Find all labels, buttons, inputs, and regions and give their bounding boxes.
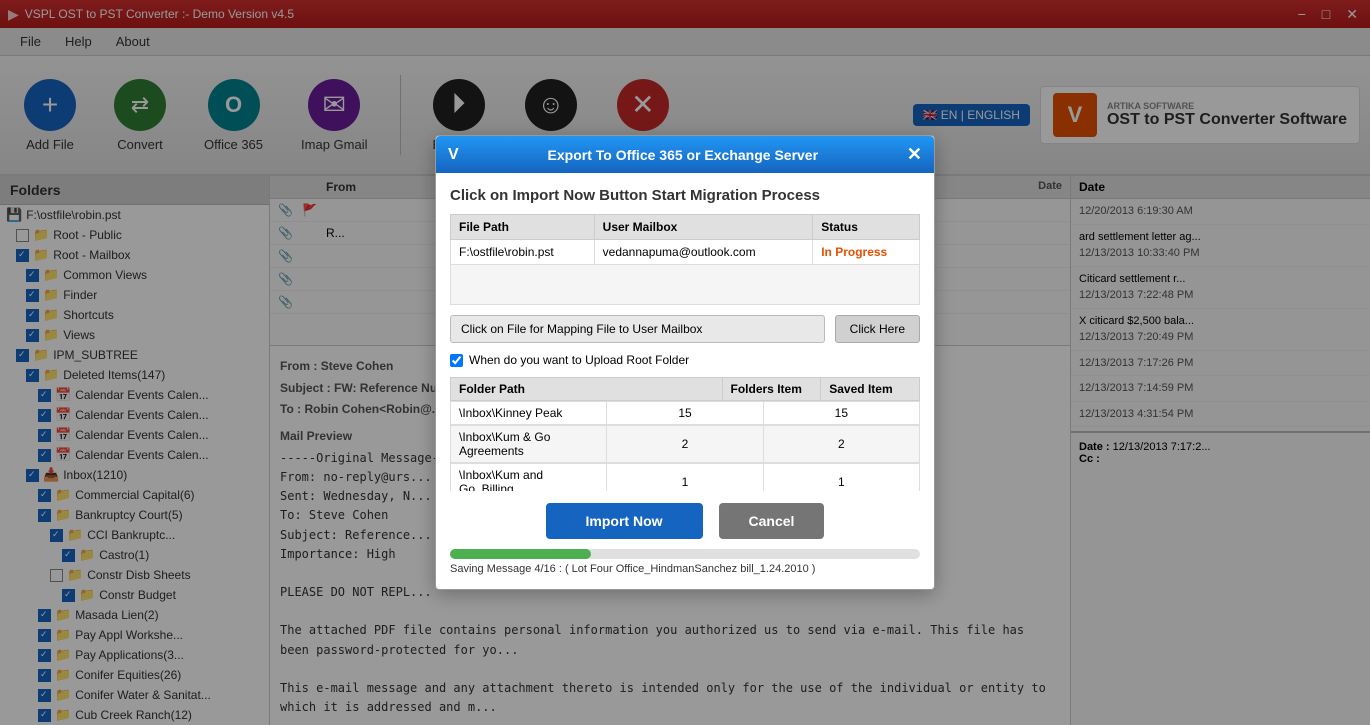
status-badge: In Progress	[813, 240, 920, 265]
modal-title: Export To Office 365 or Exchange Server	[548, 147, 819, 163]
mapping-label: Click on File for Mapping File to User M…	[450, 315, 825, 343]
upload-root-checkbox[interactable]	[450, 354, 463, 367]
modal-title-bar: V Export To Office 365 or Exchange Serve…	[436, 136, 934, 173]
user-mailbox: vedannapuma@outlook.com	[594, 240, 813, 265]
upload-root-label: When do you want to Upload Root Folder	[469, 353, 689, 367]
file-table-header-status: Status	[813, 215, 920, 240]
upload-root-checkbox-row: When do you want to Upload Root Folder	[450, 353, 920, 367]
mapping-row: Click on File for Mapping File to User M…	[450, 315, 920, 343]
file-table-header-mailbox: User Mailbox	[594, 215, 813, 240]
modal-title-icon: V	[448, 146, 459, 164]
folder-table-row[interactable]: \Inbox\Kum and Go_Billing11	[450, 463, 920, 491]
modal-heading: Click on Import Now Button Start Migrati…	[450, 187, 920, 204]
progress-bar-container	[450, 549, 920, 559]
file-table-header-filepath: File Path	[451, 215, 595, 240]
file-table: File Path User Mailbox Status F:\ostfile…	[450, 214, 920, 305]
cancel-button[interactable]: Cancel	[719, 503, 825, 539]
progress-bar-fill	[450, 549, 591, 559]
folder-table-header-path: Folder Path	[451, 378, 723, 401]
export-modal: V Export To Office 365 or Exchange Serve…	[435, 135, 935, 590]
click-here-button[interactable]: Click Here	[835, 315, 920, 343]
folder-table: Folder Path Folders Item Saved Item \Inb…	[450, 377, 920, 491]
folder-table-row[interactable]: \Inbox\Kum & Go Agreements22	[450, 425, 920, 463]
modal-close-btn[interactable]: ✕	[907, 144, 922, 165]
import-now-button[interactable]: Import Now	[546, 503, 703, 539]
folder-table-row[interactable]: \Inbox\Kinney Peak1515	[450, 401, 920, 425]
file-table-row: F:\ostfile\robin.pst vedannapuma@outlook…	[451, 240, 920, 265]
folder-table-header-saved: Saved Item	[821, 378, 920, 401]
file-path: F:\ostfile\robin.pst	[451, 240, 595, 265]
modal-overlay: V Export To Office 365 or Exchange Serve…	[0, 0, 1370, 725]
modal-body: Click on Import Now Button Start Migrati…	[436, 173, 934, 589]
folder-table-header-folders: Folders Item	[722, 378, 821, 401]
modal-buttons: Import Now Cancel	[450, 503, 920, 539]
progress-text: Saving Message 4/16 : ( Lot Four Office_…	[450, 563, 920, 575]
